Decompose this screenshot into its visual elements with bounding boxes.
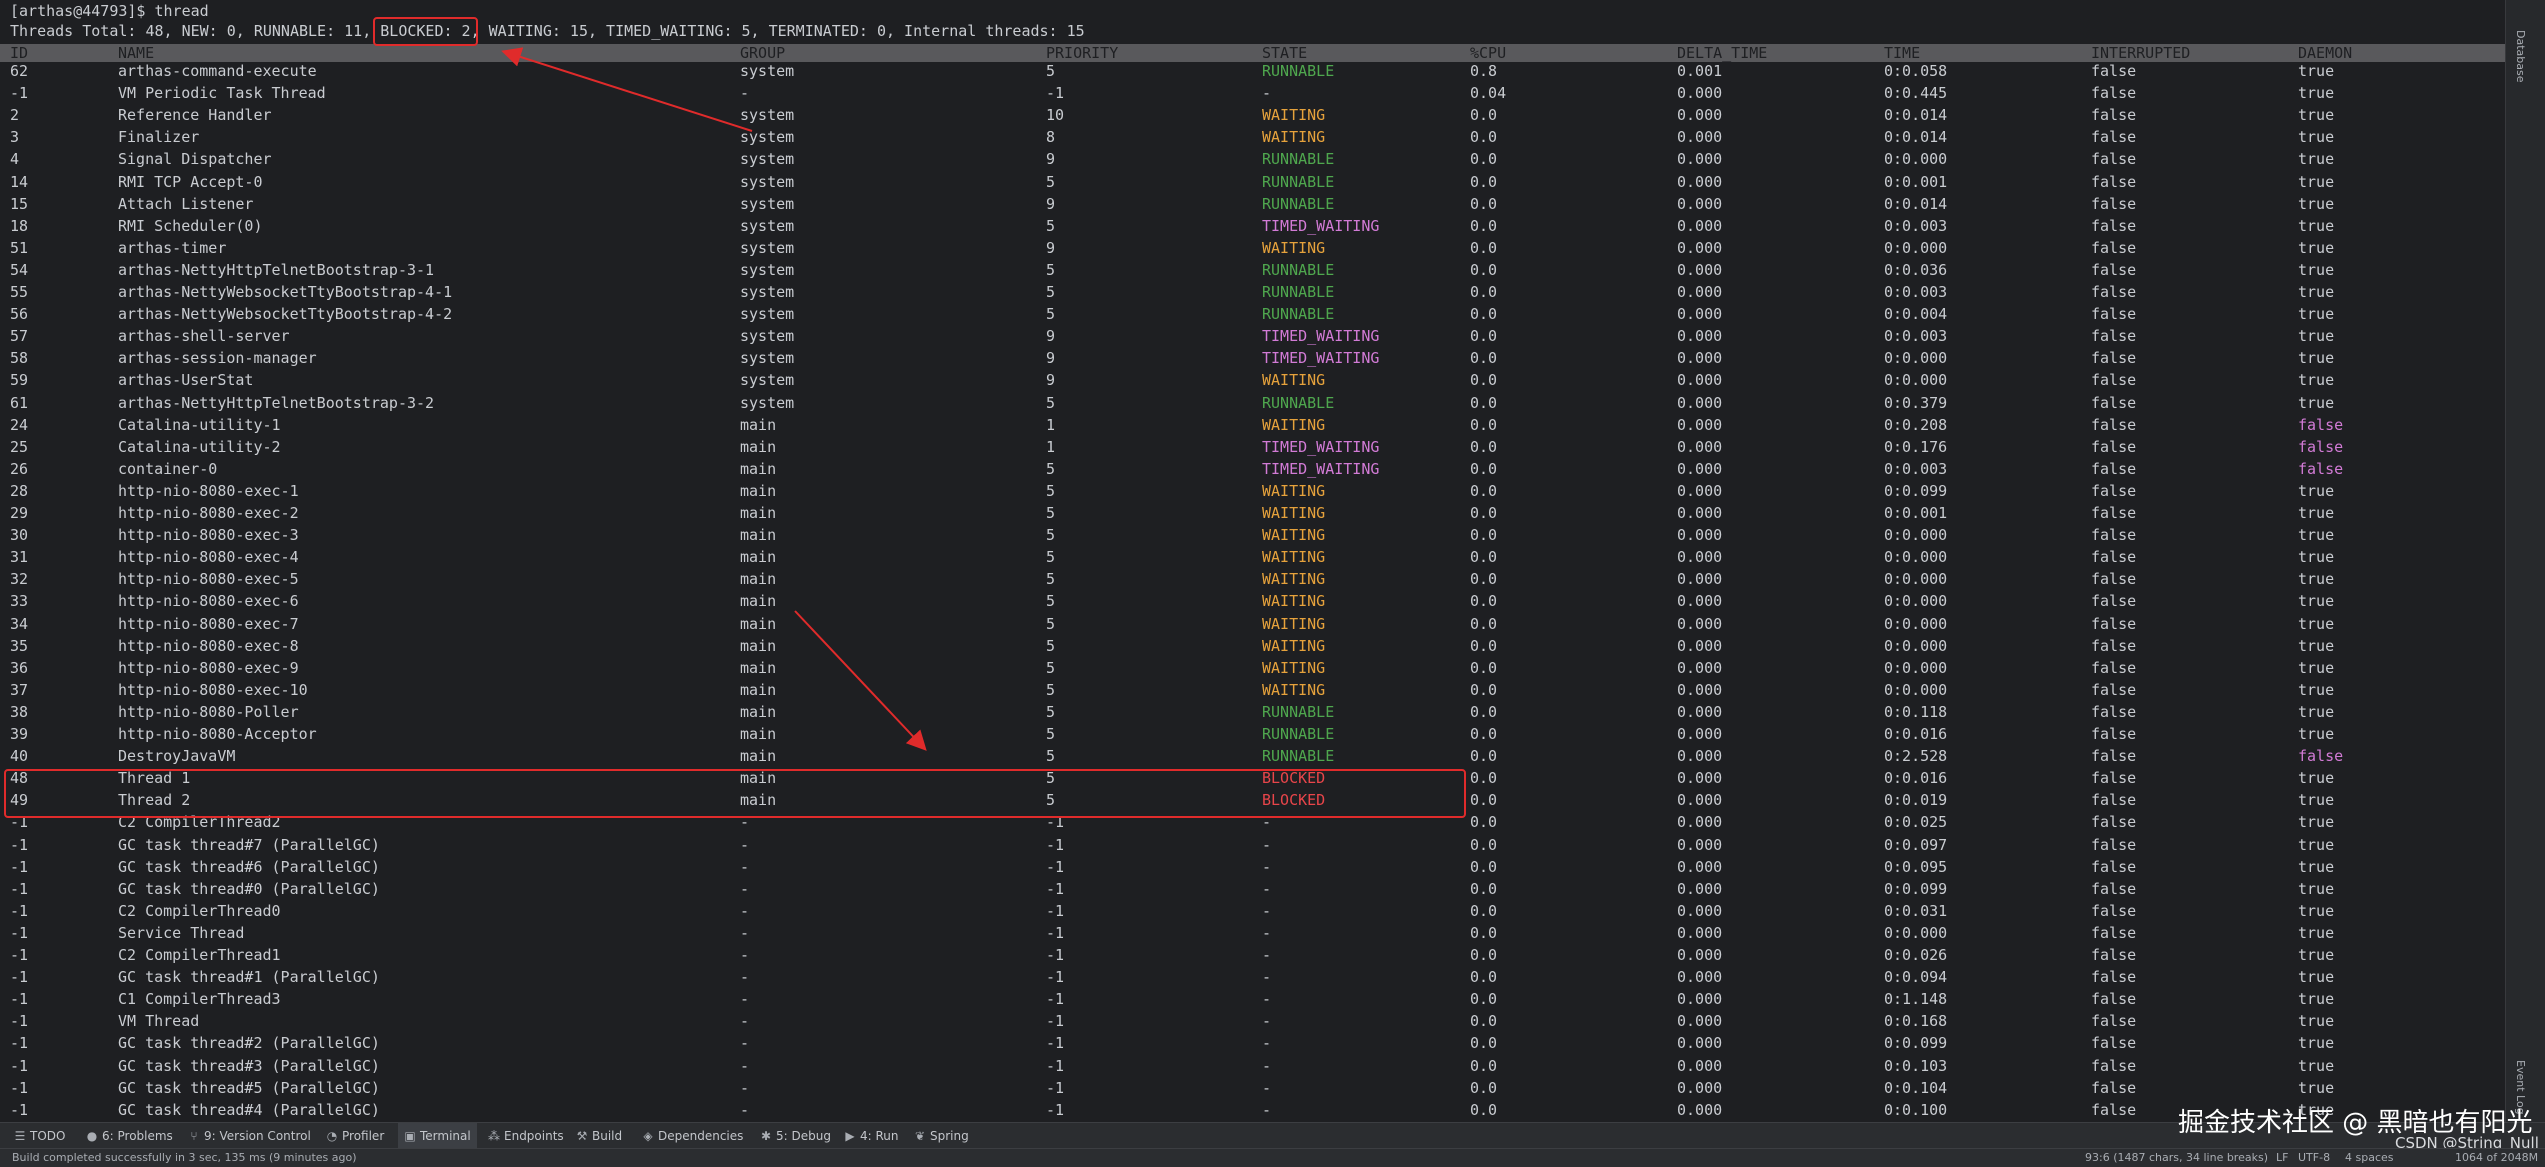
status-bar: Build completed successfully in 3 sec, 1… [0,1148,2545,1167]
run-icon: ▶ [845,1129,855,1143]
spring-label: Spring [930,1129,969,1143]
memory-indicator[interactable]: 1064 of 2048M [2455,1149,2538,1167]
todo-tab[interactable]: ☰ TODO [14,1123,66,1149]
arrow-to-blocked-rows [794,610,927,751]
database-tab[interactable]: Database [2514,30,2527,83]
branch-icon: ⑂ [190,1129,198,1143]
arrow-to-summary [501,47,753,132]
problems-label: 6: Problems [102,1129,173,1143]
terminal-icon: ▣ [404,1129,416,1143]
dependencies-label: Dependencies [658,1129,744,1143]
debug-tab[interactable]: ✱ 5: Debug [760,1123,831,1149]
terminal-label: Terminal [420,1129,471,1143]
spring-tab[interactable]: ❦ Spring [914,1123,969,1149]
status-message[interactable]: Build completed successfully in 3 sec, 1… [12,1149,357,1167]
profiler-label: Profiler [342,1129,385,1143]
problems-icon: ● [86,1129,98,1143]
cursor-position[interactable]: 93:6 (1487 chars, 34 line breaks) [2085,1149,2268,1167]
dependencies-icon: ◈ [643,1129,653,1143]
run-label: 4: Run [860,1129,899,1143]
problems-tab[interactable]: ● 6: Problems [86,1123,173,1149]
terminal-panel[interactable]: [arthas@44793]$ thread Threads Total: 48… [0,0,2505,1122]
build-tab[interactable]: ⚒ Build [576,1123,623,1149]
todo-label: TODO [30,1129,66,1143]
version-control-label: 9: Version Control [204,1129,311,1143]
terminal-tab[interactable]: ▣ Terminal [398,1123,477,1149]
bottom-tool-window-bar: ☰ TODO ● 6: Problems ⑂ 9: Version Control ◔… [0,1122,2545,1149]
debug-label: 5: Debug [776,1129,831,1143]
right-tool-strip: Database Event Log [2505,0,2545,1122]
profiler-icon: ◔ [326,1129,338,1143]
file-encoding[interactable]: UTF-8 [2298,1149,2330,1167]
endpoints-label: Endpoints [504,1129,564,1143]
spring-icon: ❦ [914,1129,926,1143]
build-icon: ⚒ [576,1129,588,1143]
line-ending[interactable]: LF [2276,1149,2288,1167]
debug-icon: ✱ [760,1129,772,1143]
list-icon: ☰ [14,1129,26,1143]
version-control-tab[interactable]: ⑂ 9: Version Control [188,1123,311,1149]
indent-setting[interactable]: 4 spaces [2345,1149,2394,1167]
run-tab[interactable]: ▶ 4: Run [844,1123,899,1149]
profiler-tab[interactable]: ◔ Profiler [326,1123,385,1149]
endpoints-icon: ⁂ [488,1129,500,1143]
build-label: Build [592,1129,623,1143]
endpoints-tab[interactable]: ⁂ Endpoints [488,1123,564,1149]
annotation-arrows [501,47,927,751]
dependencies-tab[interactable]: ◈ Dependencies [642,1123,743,1149]
